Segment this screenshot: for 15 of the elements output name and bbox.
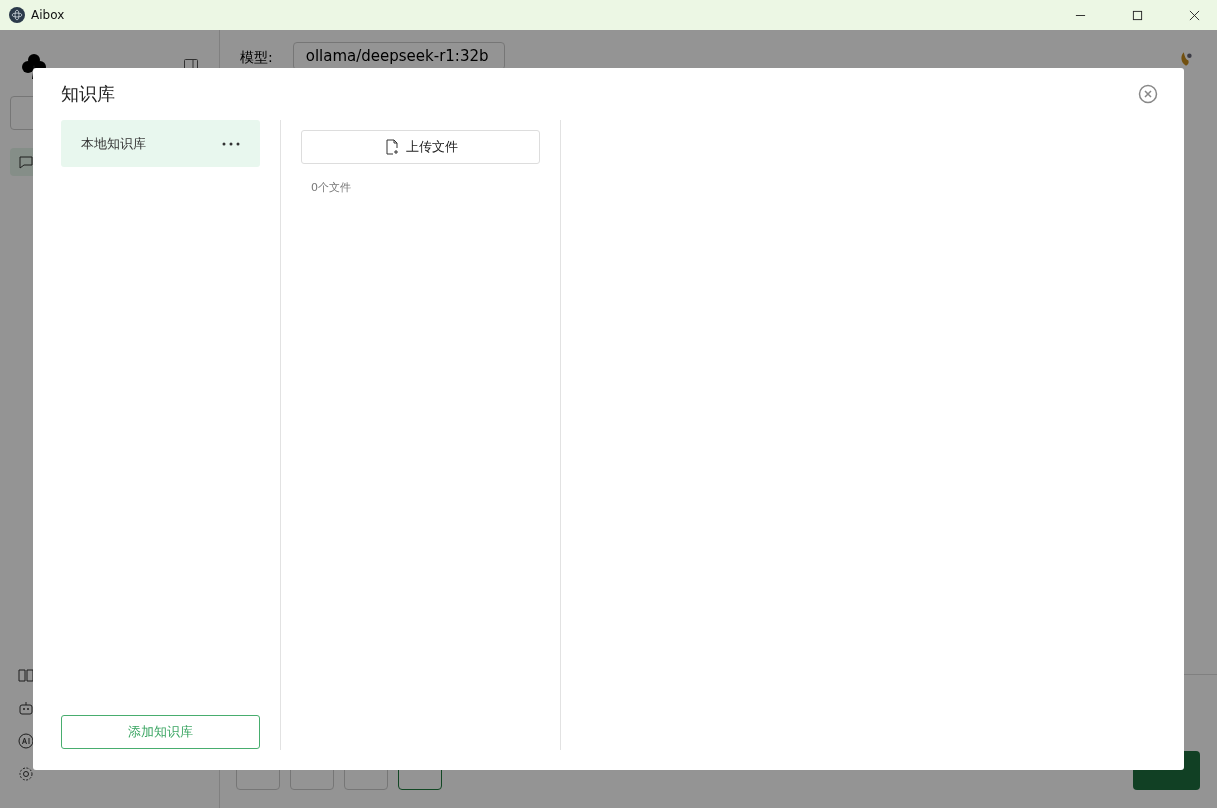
window-title: Aibox xyxy=(31,8,65,22)
chat-icon xyxy=(18,154,34,170)
model-label: 模型: xyxy=(240,48,273,66)
ai-circle-icon[interactable] xyxy=(18,733,34,749)
file-count: 0个文件 xyxy=(311,180,352,195)
file-plus-icon xyxy=(383,139,400,155)
knowledge-base-name: 本地知识库 xyxy=(81,134,146,153)
knowledge-base-item[interactable]: 本地知识库 xyxy=(61,120,260,167)
app-icon xyxy=(9,7,25,23)
more-icon[interactable] xyxy=(222,141,240,146)
robot-icon[interactable] xyxy=(18,700,34,716)
dialog-title: 知识库 xyxy=(61,82,115,106)
upload-file-button[interactable]: 上传文件 xyxy=(301,130,540,164)
settings-icon xyxy=(18,766,34,782)
book-icon[interactable] xyxy=(18,667,34,683)
